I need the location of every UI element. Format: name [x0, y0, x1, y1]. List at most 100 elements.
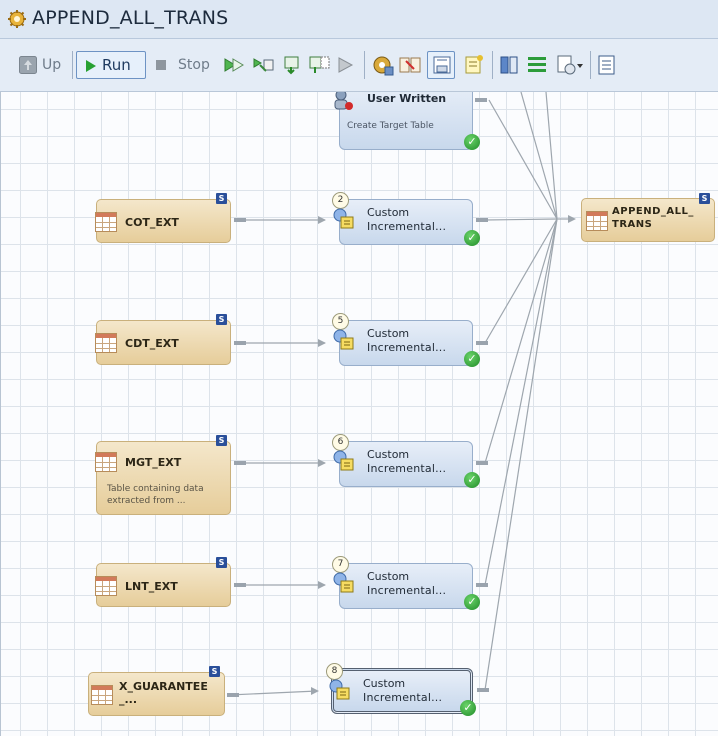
- output-port: [476, 218, 488, 222]
- connector-line: [484, 218, 558, 344]
- output-port: [476, 583, 488, 587]
- up-button[interactable]: Up: [16, 51, 68, 79]
- details-icon[interactable]: [596, 51, 618, 79]
- transform-label: User Written: [367, 92, 447, 105]
- connector-line: [228, 690, 318, 696]
- transform-node-6[interactable]: 6 Custom Incremental... ✓: [332, 434, 480, 488]
- arrowhead: [568, 215, 576, 223]
- play-icon: [86, 60, 96, 72]
- transform-node-2[interactable]: 2 Custom Incremental... ✓: [332, 192, 480, 246]
- table-icon: [91, 685, 113, 705]
- run-selected-icon[interactable]: [252, 51, 276, 79]
- table-icon: [95, 212, 117, 232]
- window-title: APPEND_ALL_TRANS: [32, 7, 229, 29]
- toolbar-separator: [492, 51, 493, 79]
- table-node-x-guarantee[interactable]: X_GUARANTEE _... S: [88, 666, 225, 716]
- continue-icon[interactable]: [307, 51, 333, 79]
- sas-table-badge: S: [216, 193, 227, 204]
- transform-icon: [333, 208, 354, 229]
- connector-line: [484, 218, 558, 586]
- connector-line: [484, 218, 558, 464]
- transform-label: Custom: [367, 570, 410, 583]
- transform-icon: [333, 450, 354, 471]
- sas-table-badge: S: [216, 314, 227, 325]
- arrowhead: [318, 459, 326, 467]
- dropdown-tool-icon[interactable]: [555, 51, 585, 79]
- arrowhead: [318, 339, 326, 347]
- table-icon: [586, 211, 608, 231]
- job-properties-icon[interactable]: [370, 51, 394, 79]
- connection-lines: [228, 92, 576, 696]
- sas-table-badge: S: [216, 557, 227, 568]
- toolbar-separator: [72, 51, 73, 79]
- transform-description: Create Target Table: [347, 121, 434, 131]
- transform-label: Custom: [367, 448, 410, 461]
- step-icon[interactable]: [282, 51, 304, 79]
- transform-node-7[interactable]: 7 Custom Incremental... ✓: [332, 556, 480, 610]
- status-complete-icon: ✓: [464, 230, 480, 246]
- output-port: [477, 688, 489, 692]
- step-number-badge: 5: [332, 313, 349, 330]
- transform-sublabel: Incremental...: [367, 220, 447, 233]
- transform-icon: [333, 329, 354, 350]
- output-port: [234, 218, 246, 222]
- status-complete-icon: ✓: [464, 351, 480, 367]
- toolbar-separator: [364, 51, 365, 79]
- transform-label: Custom: [367, 206, 410, 219]
- table-description: Table containing data extracted from ...: [107, 484, 204, 506]
- output-port: [234, 461, 246, 465]
- up-label: Up: [42, 57, 62, 73]
- arrowhead: [311, 687, 319, 695]
- run-from-selected-icon[interactable]: [222, 51, 246, 79]
- transform-node-5[interactable]: 5 Custom Incremental... ✓: [332, 313, 480, 367]
- target-table-name: APPEND_ALL_ TRANS: [612, 206, 694, 230]
- connector-line: [484, 218, 558, 221]
- status-complete-icon: ✓: [460, 700, 476, 716]
- step-number-badge: 2: [332, 192, 349, 209]
- transform-sublabel: Incremental...: [367, 341, 447, 354]
- table-icon: [95, 452, 117, 472]
- transform-node-8[interactable]: 8 Custom Incremental... ✓: [326, 663, 476, 716]
- table-name: COT_EXT: [125, 216, 179, 229]
- table-name: LNT_EXT: [125, 580, 178, 593]
- layout-icon[interactable]: [497, 51, 521, 79]
- table-node-mgt-ext[interactable]: MGT_EXT Table containing data extracted …: [95, 435, 231, 515]
- window-title-bar: APPEND_ALL_TRANS: [0, 0, 718, 39]
- stop-button[interactable]: Stop: [154, 51, 216, 79]
- save-button[interactable]: [427, 51, 455, 79]
- transform-sublabel: Incremental...: [367, 584, 447, 597]
- sas-table-badge: S: [209, 666, 220, 677]
- sas-table-badge: S: [216, 435, 227, 446]
- table-name: CDT_EXT: [125, 337, 179, 350]
- table-icon: [95, 576, 117, 596]
- transform-label: Custom: [367, 327, 410, 340]
- align-icon[interactable]: [525, 51, 549, 79]
- table-name: X_GUARANTEE _...: [119, 680, 208, 706]
- connector-line: [484, 218, 558, 691]
- process-flow-canvas[interactable]: User Written Create Target Table ✓ COT_E…: [0, 92, 718, 736]
- table-name: MGT_EXT: [125, 456, 182, 469]
- transform-sublabel: Incremental...: [367, 462, 447, 475]
- run-button[interactable]: Run: [76, 51, 146, 79]
- mapping-icon[interactable]: [398, 51, 422, 79]
- gear-icon: [8, 10, 26, 28]
- table-node-cdt-ext[interactable]: CDT_EXT S: [95, 314, 231, 365]
- output-port: [476, 461, 488, 465]
- transform-sublabel: Incremental...: [363, 691, 443, 704]
- table-icon: [95, 333, 117, 353]
- stop-icon: [156, 60, 166, 70]
- table-node-cot-ext[interactable]: COT_EXT S: [95, 193, 231, 243]
- up-icon: [19, 56, 37, 74]
- user-written-icon: [334, 92, 353, 110]
- output-port: [234, 341, 246, 345]
- transform-icon: [329, 679, 350, 700]
- pause-icon[interactable]: [336, 51, 358, 79]
- status-complete-icon: ✓: [464, 594, 480, 610]
- add-note-icon[interactable]: [462, 51, 486, 79]
- output-port: [227, 693, 239, 697]
- transform-node-user-written[interactable]: User Written Create Target Table ✓: [334, 92, 480, 150]
- target-table-node[interactable]: APPEND_ALL_ TRANS S: [581, 193, 715, 242]
- output-port: [475, 98, 487, 102]
- output-port: [476, 341, 488, 345]
- table-node-lnt-ext[interactable]: LNT_EXT S: [95, 557, 231, 607]
